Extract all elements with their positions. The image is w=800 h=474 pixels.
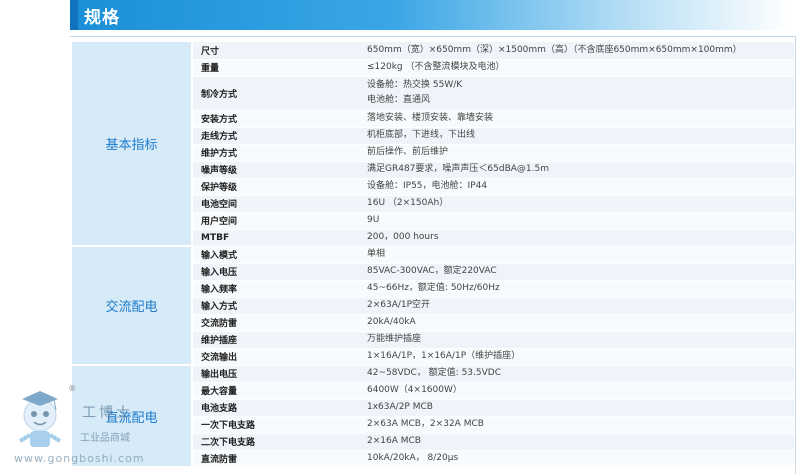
watermark-brand: 工博士 [82, 405, 133, 421]
spec-label: 用户空间 [192, 212, 359, 230]
section-header: 规格 [70, 0, 790, 30]
spec-value-line: 2×63A MCB，2×32A MCB [367, 419, 484, 429]
page-title: 规格 [84, 8, 120, 28]
spec-label: 输入方式 [192, 297, 359, 315]
spec-value: 满足GR487要求，噪声声压＜65dBA@1.5m [359, 161, 794, 179]
spec-value-line: 万能维护插座 [367, 334, 422, 344]
spec-label: 噪声等级 [192, 161, 359, 179]
spec-label: 最大容量 [192, 382, 359, 400]
spec-label: 直流防雷 [192, 450, 359, 468]
spec-value-line: ≤120kg （不含整流模块及电池） [367, 62, 505, 72]
spec-table: 基本指标 尺寸 650mm（宽）×650mm（深）×1500mm（高）（不含底座65… [72, 42, 794, 468]
spec-value: 650mm（宽）×650mm（深）×1500mm（高）（不含底座650mm×65… [359, 42, 794, 60]
mascot-body [30, 431, 50, 447]
spec-label: 一次下电支路 [192, 416, 359, 434]
spec-value-line: 单相 [367, 249, 386, 259]
spec-value: 万能维护插座 [359, 331, 794, 349]
spec-value: 设备舱：IP55，电池舱：IP44 [359, 178, 794, 196]
table-row: 直流配电 输出电压 42~58VDC， 额定值: 53.5VDC [72, 365, 794, 468]
spec-label: 制冷方式 [192, 76, 359, 111]
spec-value-line: 10kA/20kA， 8/20μs [367, 453, 459, 463]
spec-label: 输入频率 [192, 280, 359, 298]
spec-value-line: 1×16A/1P，1×16A/1P（维护插座） [367, 351, 521, 361]
category-cell: 基本指标 [72, 42, 193, 247]
spec-label: 尺寸 [192, 42, 359, 60]
spec-label: 输出电压 [192, 365, 359, 383]
spec-label: 重量 [192, 59, 359, 77]
spec-value: 2×63A MCB，2×32A MCB [359, 416, 794, 434]
watermark-subtitle: 工业品商城 [80, 433, 130, 444]
spec-label: 交流输出 [192, 348, 359, 366]
spec-label: 保护等级 [192, 178, 359, 196]
spec-value-line: 9U [367, 215, 380, 225]
spec-label: MTBF [192, 229, 359, 247]
spec-value: 9U [359, 212, 794, 230]
spec-value: 42~58VDC， 额定值: 53.5VDC [359, 365, 794, 383]
spec-value-line: 650mm（宽）×650mm（深）×1500mm（高）（不含底座650mm×65… [367, 44, 742, 55]
mascot-cap-icon [22, 391, 58, 406]
table-row: 基本指标 尺寸 650mm（宽）×650mm（深）×1500mm（高）（不含底座65… [72, 42, 794, 247]
spec-value-line: 16U （2×150Ah） [367, 198, 449, 208]
spec-label: 走线方式 [192, 127, 359, 145]
spec-value-line: 机柜底部，下进线，下出线 [367, 130, 476, 140]
spec-value-line: 落地安装、楼顶安装、靠墙安装 [367, 113, 494, 123]
spec-value: 1x63A/2P MCB [359, 399, 794, 417]
category-cell: 交流配电 [72, 246, 193, 366]
divider [70, 36, 795, 37]
spec-value-line: 2×63A/1P空开 [367, 300, 431, 310]
spec-value-line: 电池舱：直通风 [367, 95, 431, 105]
spec-label: 维护方式 [192, 144, 359, 162]
watermark-registered: ® [68, 384, 76, 393]
watermark-url: www.gongboshi.com [14, 452, 145, 465]
spec-label: 电池支路 [192, 399, 359, 417]
spec-value-line: 前后操作、前后维护 [367, 147, 449, 157]
spec-value: 10kA/20kA， 8/20μs [359, 450, 794, 468]
spec-label: 安装方式 [192, 110, 359, 128]
spec-label: 交流防雷 [192, 314, 359, 332]
spec-value-line: 1x63A/2P MCB [367, 402, 433, 412]
spec-value-line: 2×16A MCB [367, 436, 421, 446]
table-row: 交流配电 输入模式 单相 [72, 246, 794, 366]
mascot-head [23, 398, 57, 432]
spec-value: 单相 [359, 246, 794, 264]
spec-value-line: 20kA/40kA [367, 317, 416, 327]
spec-label: 二次下电支路 [192, 433, 359, 451]
spec-value: 20kA/40kA [359, 314, 794, 332]
spec-value-line: 设备舱：热交换 55W/K [367, 80, 463, 90]
spec-label: 输入模式 [192, 246, 359, 264]
divider [795, 36, 796, 474]
spec-value-line: 200，000 hours [367, 232, 439, 242]
spec-value-line: 42~58VDC， 额定值: 53.5VDC [367, 368, 501, 378]
spec-value: 85VAC-300VAC，额定220VAC [359, 263, 794, 281]
spec-value-line: 6400W（4×1600W） [367, 385, 462, 395]
header-accent [70, 0, 78, 30]
spec-value: 2×63A/1P空开 [359, 297, 794, 315]
spec-value: 1×16A/1P，1×16A/1P（维护插座） [359, 348, 794, 366]
spec-label: 输入电压 [192, 263, 359, 281]
spec-value-line: 85VAC-300VAC，额定220VAC [367, 266, 497, 276]
spec-value: 45~66Hz，额定值: 50Hz/60Hz [359, 280, 794, 298]
spec-value-line: 设备舱：IP55，电池舱：IP44 [367, 181, 488, 191]
spec-value: 落地安装、楼顶安装、靠墙安装 [359, 110, 794, 128]
spec-value: 200，000 hours [359, 229, 794, 247]
spec-value-line: 45~66Hz，额定值: 50Hz/60Hz [367, 283, 500, 293]
spec-value: 机柜底部，下进线，下出线 [359, 127, 794, 145]
spec-value: ≤120kg （不含整流模块及电池） [359, 59, 794, 77]
spec-value: 前后操作、前后维护 [359, 144, 794, 162]
spec-label: 电池空间 [192, 195, 359, 213]
spec-value: 6400W（4×1600W） [359, 382, 794, 400]
spec-label: 维护插座 [192, 331, 359, 349]
spec-value-line: 满足GR487要求，噪声声压＜65dBA@1.5m [367, 164, 549, 174]
spec-value: 设备舱：热交换 55W/K 电池舱：直通风 [359, 76, 794, 111]
spec-value: 16U （2×150Ah） [359, 195, 794, 213]
spec-value: 2×16A MCB [359, 433, 794, 451]
